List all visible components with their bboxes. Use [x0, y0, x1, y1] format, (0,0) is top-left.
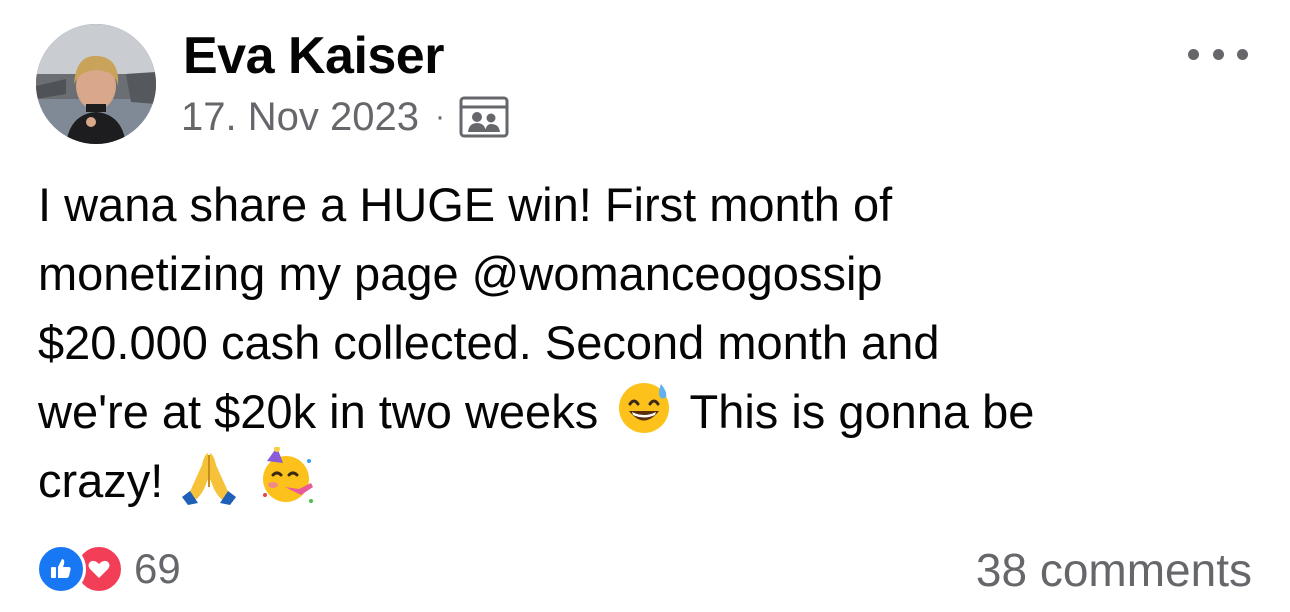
post-body: I wana share a HUGE win! First month of …: [38, 170, 1258, 515]
meta-separator: ·: [434, 100, 445, 133]
post-text-segment: we're at $20k in two weeks: [38, 385, 599, 438]
folded-hands-emoji: [180, 447, 238, 505]
avatar-photo: [36, 24, 156, 144]
more-dot: [1212, 48, 1224, 60]
post-text-line: monetizing my page @womanceogossip: [38, 247, 883, 300]
more-horizontal-icon[interactable]: [1188, 44, 1248, 64]
post-meta: 17. Nov 2023 ·: [181, 92, 509, 142]
more-dot: [1237, 48, 1248, 60]
post-text-segment: This is gonna be: [689, 385, 1035, 438]
grinning-sweat-emoji: [615, 378, 673, 436]
post-text-line: crazy!: [38, 446, 1258, 515]
post-text-segment: crazy!: [38, 454, 164, 507]
reaction-summary[interactable]: 69: [36, 544, 181, 594]
friends-group-icon[interactable]: [459, 96, 509, 138]
post-text-line: I wana share a HUGE win! First month of: [38, 178, 893, 231]
post-text-line: we're at $20k in two weeks This is gonna…: [38, 377, 1258, 446]
like-icon: [36, 544, 86, 594]
post-date[interactable]: 17. Nov 2023: [181, 95, 419, 140]
avatar[interactable]: [36, 24, 156, 144]
partying-face-emoji: [259, 446, 317, 505]
author-name[interactable]: Eva Kaiser: [183, 26, 444, 86]
more-dot: [1188, 48, 1199, 60]
comments-count-link[interactable]: 38 comments: [976, 540, 1252, 600]
post-text-line: $20.000 cash collected. Second month and: [38, 316, 940, 369]
reaction-count: 69: [134, 545, 181, 592]
